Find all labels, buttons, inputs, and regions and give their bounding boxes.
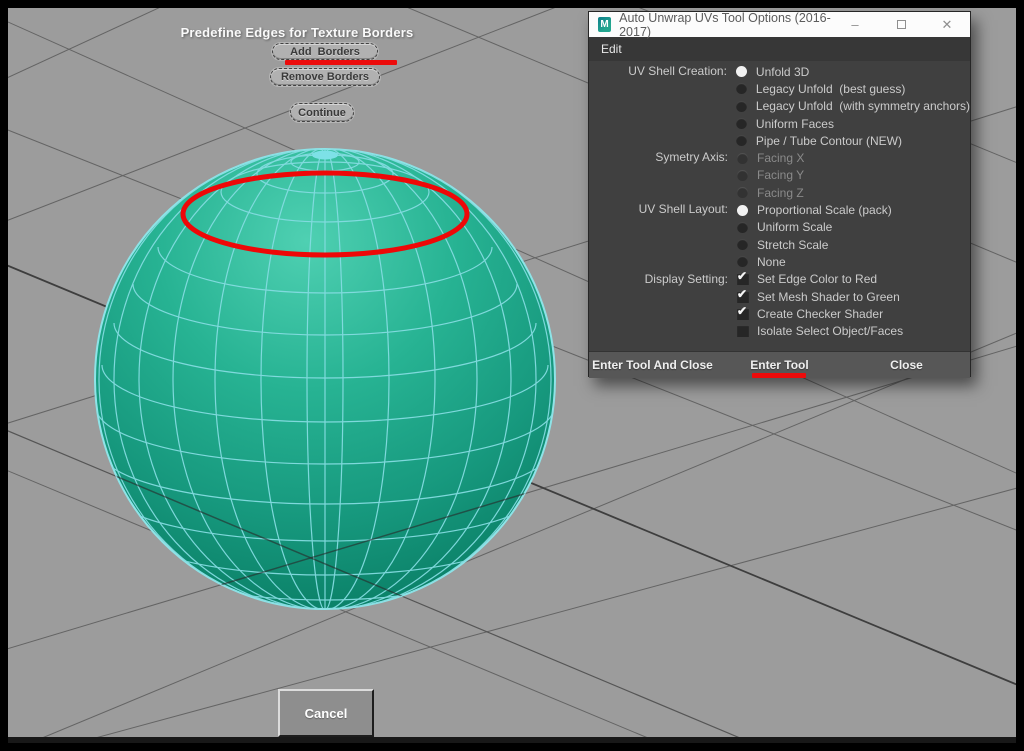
- sphere-pole: [312, 151, 338, 160]
- radio-row-uniform-scale[interactable]: Uniform Scale: [737, 219, 970, 236]
- radio-stretch-scale[interactable]: [737, 239, 748, 250]
- radio-row-proportional-scale[interactable]: Proportional Scale (pack): [737, 201, 970, 218]
- radio-uniform-scale[interactable]: [737, 222, 748, 233]
- radio-facing-z: [737, 187, 748, 198]
- radio-row-stretch-scale[interactable]: Stretch Scale: [737, 236, 970, 253]
- cancel-button[interactable]: Cancel: [278, 689, 374, 737]
- radio-legacy-unfold-symmetry-anchors[interactable]: [736, 101, 747, 112]
- radio-row-facing-y: Facing Y: [737, 167, 970, 184]
- checkbox-row-set-mesh-shader-green[interactable]: Set Mesh Shader to Green: [737, 288, 970, 305]
- menu-edit[interactable]: Edit: [601, 42, 622, 56]
- screenshot-frame: Predefine Edges for Texture Borders Add …: [0, 0, 1024, 751]
- radio-proportional-scale[interactable]: [737, 205, 748, 216]
- radio-pipe-tube-contour[interactable]: [736, 135, 747, 146]
- close-window-button[interactable]: ✕: [924, 12, 970, 37]
- checkbox-set-edge-color-red[interactable]: [737, 273, 749, 285]
- close-button[interactable]: Close: [843, 352, 970, 378]
- annotation-underline-enter-tool: [752, 373, 806, 378]
- radio-unfold-3d[interactable]: [736, 66, 747, 77]
- maya-viewport[interactable]: Predefine Edges for Texture Borders Add …: [8, 8, 1016, 743]
- auto-unwrap-uvs-dialog: M Auto Unwrap UVs Tool Options (2016-201…: [588, 11, 971, 377]
- radio-row-pipe-tube-contour[interactable]: Pipe / Tube Contour (NEW): [736, 132, 970, 149]
- radio-row-unfold-3d[interactable]: Unfold 3D: [736, 63, 970, 80]
- minimize-button[interactable]: –: [832, 12, 878, 37]
- checkbox-create-checker-shader[interactable]: [737, 308, 749, 320]
- maya-app-icon: M: [598, 17, 611, 32]
- label-uv-shell-layout: UV Shell Layout:: [589, 201, 737, 270]
- add-borders-button[interactable]: Add Borders: [272, 43, 378, 60]
- radio-row-facing-z: Facing Z: [737, 184, 970, 201]
- checkbox-set-mesh-shader-green[interactable]: [737, 291, 749, 303]
- checkbox-isolate-select-object-faces[interactable]: [737, 325, 749, 337]
- label-symetry-axis: Symetry Axis:: [589, 149, 737, 201]
- dialog-menubar: Edit: [589, 37, 970, 61]
- radio-uniform-faces[interactable]: [736, 118, 747, 129]
- radio-row-legacy-unfold-symmetry-anchors[interactable]: Legacy Unfold (with symmetry anchors): [736, 98, 970, 115]
- annotation-underline-add-borders: [285, 60, 397, 65]
- label-display-setting: Display Setting:: [589, 271, 737, 340]
- continue-button[interactable]: Continue: [290, 103, 354, 122]
- checkbox-row-set-edge-color-red[interactable]: Set Edge Color to Red: [737, 271, 970, 288]
- dialog-title: Auto Unwrap UVs Tool Options (2016-2017): [619, 11, 832, 39]
- radio-none[interactable]: [737, 256, 748, 267]
- label-uv-shell-creation: UV Shell Creation:: [589, 63, 736, 149]
- radio-row-none[interactable]: None: [737, 253, 970, 270]
- radio-facing-x: [737, 153, 748, 164]
- enter-tool-and-close-button[interactable]: Enter Tool And Close: [589, 352, 716, 378]
- radio-facing-y: [737, 170, 748, 181]
- hud-heading: Predefine Edges for Texture Borders: [117, 25, 477, 40]
- checkbox-row-isolate-select-object-faces[interactable]: Isolate Select Object/Faces: [737, 322, 970, 339]
- viewport-bottom-strip: [8, 737, 1016, 743]
- maximize-icon: [897, 20, 906, 29]
- remove-borders-button[interactable]: Remove Borders: [270, 68, 380, 86]
- radio-row-legacy-unfold-best-guess[interactable]: Legacy Unfold (best guess): [736, 80, 970, 97]
- radio-row-uniform-faces[interactable]: Uniform Faces: [736, 115, 970, 132]
- dialog-titlebar[interactable]: M Auto Unwrap UVs Tool Options (2016-201…: [589, 12, 970, 37]
- dialog-body: UV Shell Creation: Unfold 3D Legacy Unfo…: [589, 61, 970, 351]
- maximize-button[interactable]: [878, 12, 924, 37]
- radio-row-facing-x: Facing X: [737, 149, 970, 166]
- checkbox-row-create-checker-shader[interactable]: Create Checker Shader: [737, 305, 970, 322]
- radio-legacy-unfold-best-guess[interactable]: [736, 83, 747, 94]
